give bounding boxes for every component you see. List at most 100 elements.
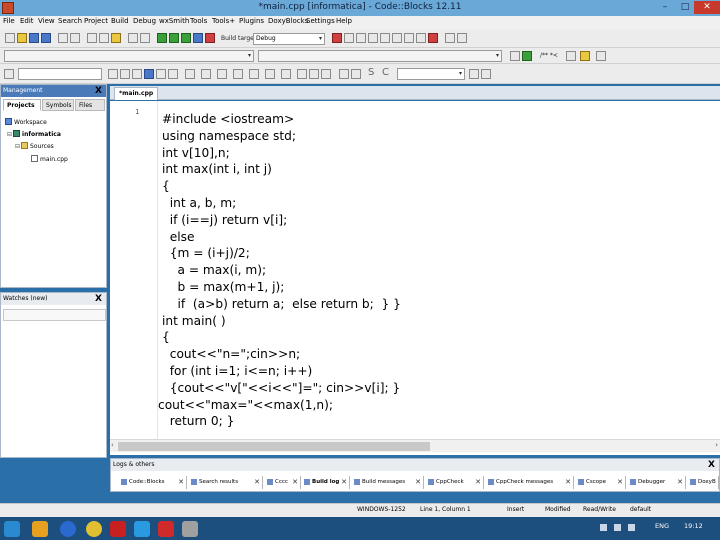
tab-symbols[interactable]: Symbols (42, 99, 74, 111)
doxyblocks-settings-icon[interactable] (596, 51, 606, 61)
replace-icon[interactable] (140, 33, 150, 43)
log-tab-cppcheck-messages[interactable]: CppCheck messages ✕ (486, 476, 574, 489)
dialog-icon[interactable] (265, 69, 275, 79)
menu-wxsmith[interactable]: wxSmith (159, 17, 189, 25)
save-icon[interactable] (29, 33, 39, 43)
step-into-icon[interactable] (368, 33, 378, 43)
close-icon[interactable]: ✕ (178, 476, 184, 489)
chrome-icon[interactable] (86, 521, 102, 537)
redo-icon[interactable] (70, 33, 80, 43)
pointer-icon[interactable] (168, 69, 178, 79)
zoom-in-icon[interactable] (339, 69, 349, 79)
log-tab-build-messages[interactable]: Build messages ✕ (352, 476, 424, 489)
doxywizard-icon[interactable] (566, 51, 576, 61)
step-out-icon[interactable] (380, 33, 390, 43)
letter-s-icon[interactable]: S (368, 67, 374, 78)
tab-projects[interactable]: Projects (3, 99, 41, 111)
log-tab-codeblocks[interactable]: Code::Blocks ✕ (119, 476, 187, 489)
build-gear-icon[interactable] (157, 33, 167, 43)
panel-icon[interactable] (249, 69, 259, 79)
save-all-icon[interactable] (41, 33, 51, 43)
watches-grid[interactable] (3, 309, 106, 321)
tree-item-workspace[interactable]: Workspace (5, 118, 47, 127)
menu-edit[interactable]: Edit (20, 17, 34, 25)
tree-item-main-cpp[interactable]: main.cpp (31, 155, 68, 164)
menu-help[interactable]: Help (336, 17, 352, 25)
rebuild-icon[interactable] (193, 33, 203, 43)
start-button-icon[interactable] (4, 521, 20, 537)
select-icon[interactable] (132, 69, 142, 79)
app-taskbar-icon[interactable] (182, 521, 198, 537)
menu-view[interactable]: View (38, 17, 55, 25)
close-window-button[interactable]: ✕ (694, 1, 720, 14)
menu-debug[interactable]: Debug (133, 17, 156, 25)
close-icon[interactable]: ✕ (617, 476, 623, 489)
scrollbar-thumb[interactable] (118, 442, 430, 451)
back-icon[interactable] (108, 69, 118, 79)
clock[interactable]: 19:12 (684, 522, 703, 530)
letter-c-icon[interactable]: C (382, 67, 389, 78)
break-debugger-icon[interactable] (416, 33, 426, 43)
function-select[interactable]: ▾ (258, 50, 502, 62)
log-tab-debugger[interactable]: Debugger ✕ (628, 476, 686, 489)
window-icon[interactable] (233, 69, 243, 79)
doxyblocks-comment-icons[interactable]: /** *< (540, 52, 558, 59)
log-tab-doxyblocks[interactable]: DoxyB (688, 476, 719, 489)
log-tab-cppcheck[interactable]: CppCheck ✕ (426, 476, 484, 489)
tab-files[interactable]: Files (75, 99, 105, 111)
codeblocks-taskbar-icon[interactable] (158, 521, 174, 537)
new-file-icon[interactable] (5, 33, 15, 43)
build-and-run-icon[interactable] (181, 33, 191, 43)
toggle-icon[interactable] (185, 69, 195, 79)
run-to-cursor-icon[interactable] (344, 33, 354, 43)
menu-settings[interactable]: Settings (306, 17, 335, 25)
code-editor[interactable]: 1 #include <iostream> using namespace std… (110, 101, 720, 455)
paste-icon[interactable] (111, 33, 121, 43)
frame-icon[interactable] (281, 69, 291, 79)
debug-info-icon[interactable] (457, 33, 467, 43)
debug-start-icon[interactable] (332, 33, 342, 43)
file-explorer-icon[interactable] (32, 521, 48, 537)
box-one-icon[interactable] (297, 69, 307, 79)
scope-select[interactable]: ▾ (4, 50, 254, 62)
network-icon[interactable] (600, 524, 607, 531)
horizontal-scrollbar[interactable]: ‹ › (110, 439, 720, 452)
close-icon[interactable]: ✕ (475, 476, 481, 489)
search-icon[interactable] (469, 69, 479, 79)
menu-tools-plus[interactable]: Tools+ (212, 17, 235, 25)
close-icon[interactable]: ✕ (292, 476, 298, 489)
jump-forward-icon[interactable] (522, 51, 532, 61)
menu-search[interactable]: Search (58, 17, 82, 25)
menu-project[interactable]: Project (84, 17, 108, 25)
find-icon[interactable] (128, 33, 138, 43)
close-icon[interactable]: ✕ (415, 476, 421, 489)
close-icon[interactable]: ✕ (565, 476, 571, 489)
opera-icon[interactable] (110, 521, 126, 537)
internet-explorer-icon[interactable] (60, 521, 76, 537)
log-tab-search-results[interactable]: Search results ✕ (189, 476, 263, 489)
abort-icon[interactable] (205, 33, 215, 43)
run-icon[interactable] (169, 33, 179, 43)
code-snippet-input[interactable] (18, 68, 102, 80)
next-line-icon[interactable] (356, 33, 366, 43)
extract-docs-icon[interactable] (580, 51, 590, 61)
step-into-instruction-icon[interactable] (404, 33, 414, 43)
close-icon[interactable]: X (708, 459, 715, 471)
flag-icon[interactable] (614, 524, 621, 531)
close-icon[interactable]: ✕ (341, 476, 347, 489)
maximize-button[interactable]: □ (676, 1, 694, 14)
menu-file[interactable]: File (3, 17, 15, 25)
layout-icon[interactable] (217, 69, 227, 79)
menu-doxyblocks[interactable]: DoxyBlocks (268, 17, 308, 25)
square-icon[interactable] (201, 69, 211, 79)
code-completion-icon[interactable] (4, 69, 14, 79)
highlight-icon[interactable] (120, 69, 130, 79)
minimize-button[interactable]: – (656, 1, 674, 14)
log-tab-cccc[interactable]: Cccc ✕ (265, 476, 301, 489)
close-icon[interactable]: ✕ (254, 476, 260, 489)
stop-debugger-icon[interactable] (428, 33, 438, 43)
box-three-icon[interactable] (321, 69, 331, 79)
open-folder-icon[interactable] (17, 33, 27, 43)
tree-item-sources[interactable]: ⊟ Sources (15, 142, 54, 151)
search-combo[interactable]: ▾ (397, 68, 465, 80)
